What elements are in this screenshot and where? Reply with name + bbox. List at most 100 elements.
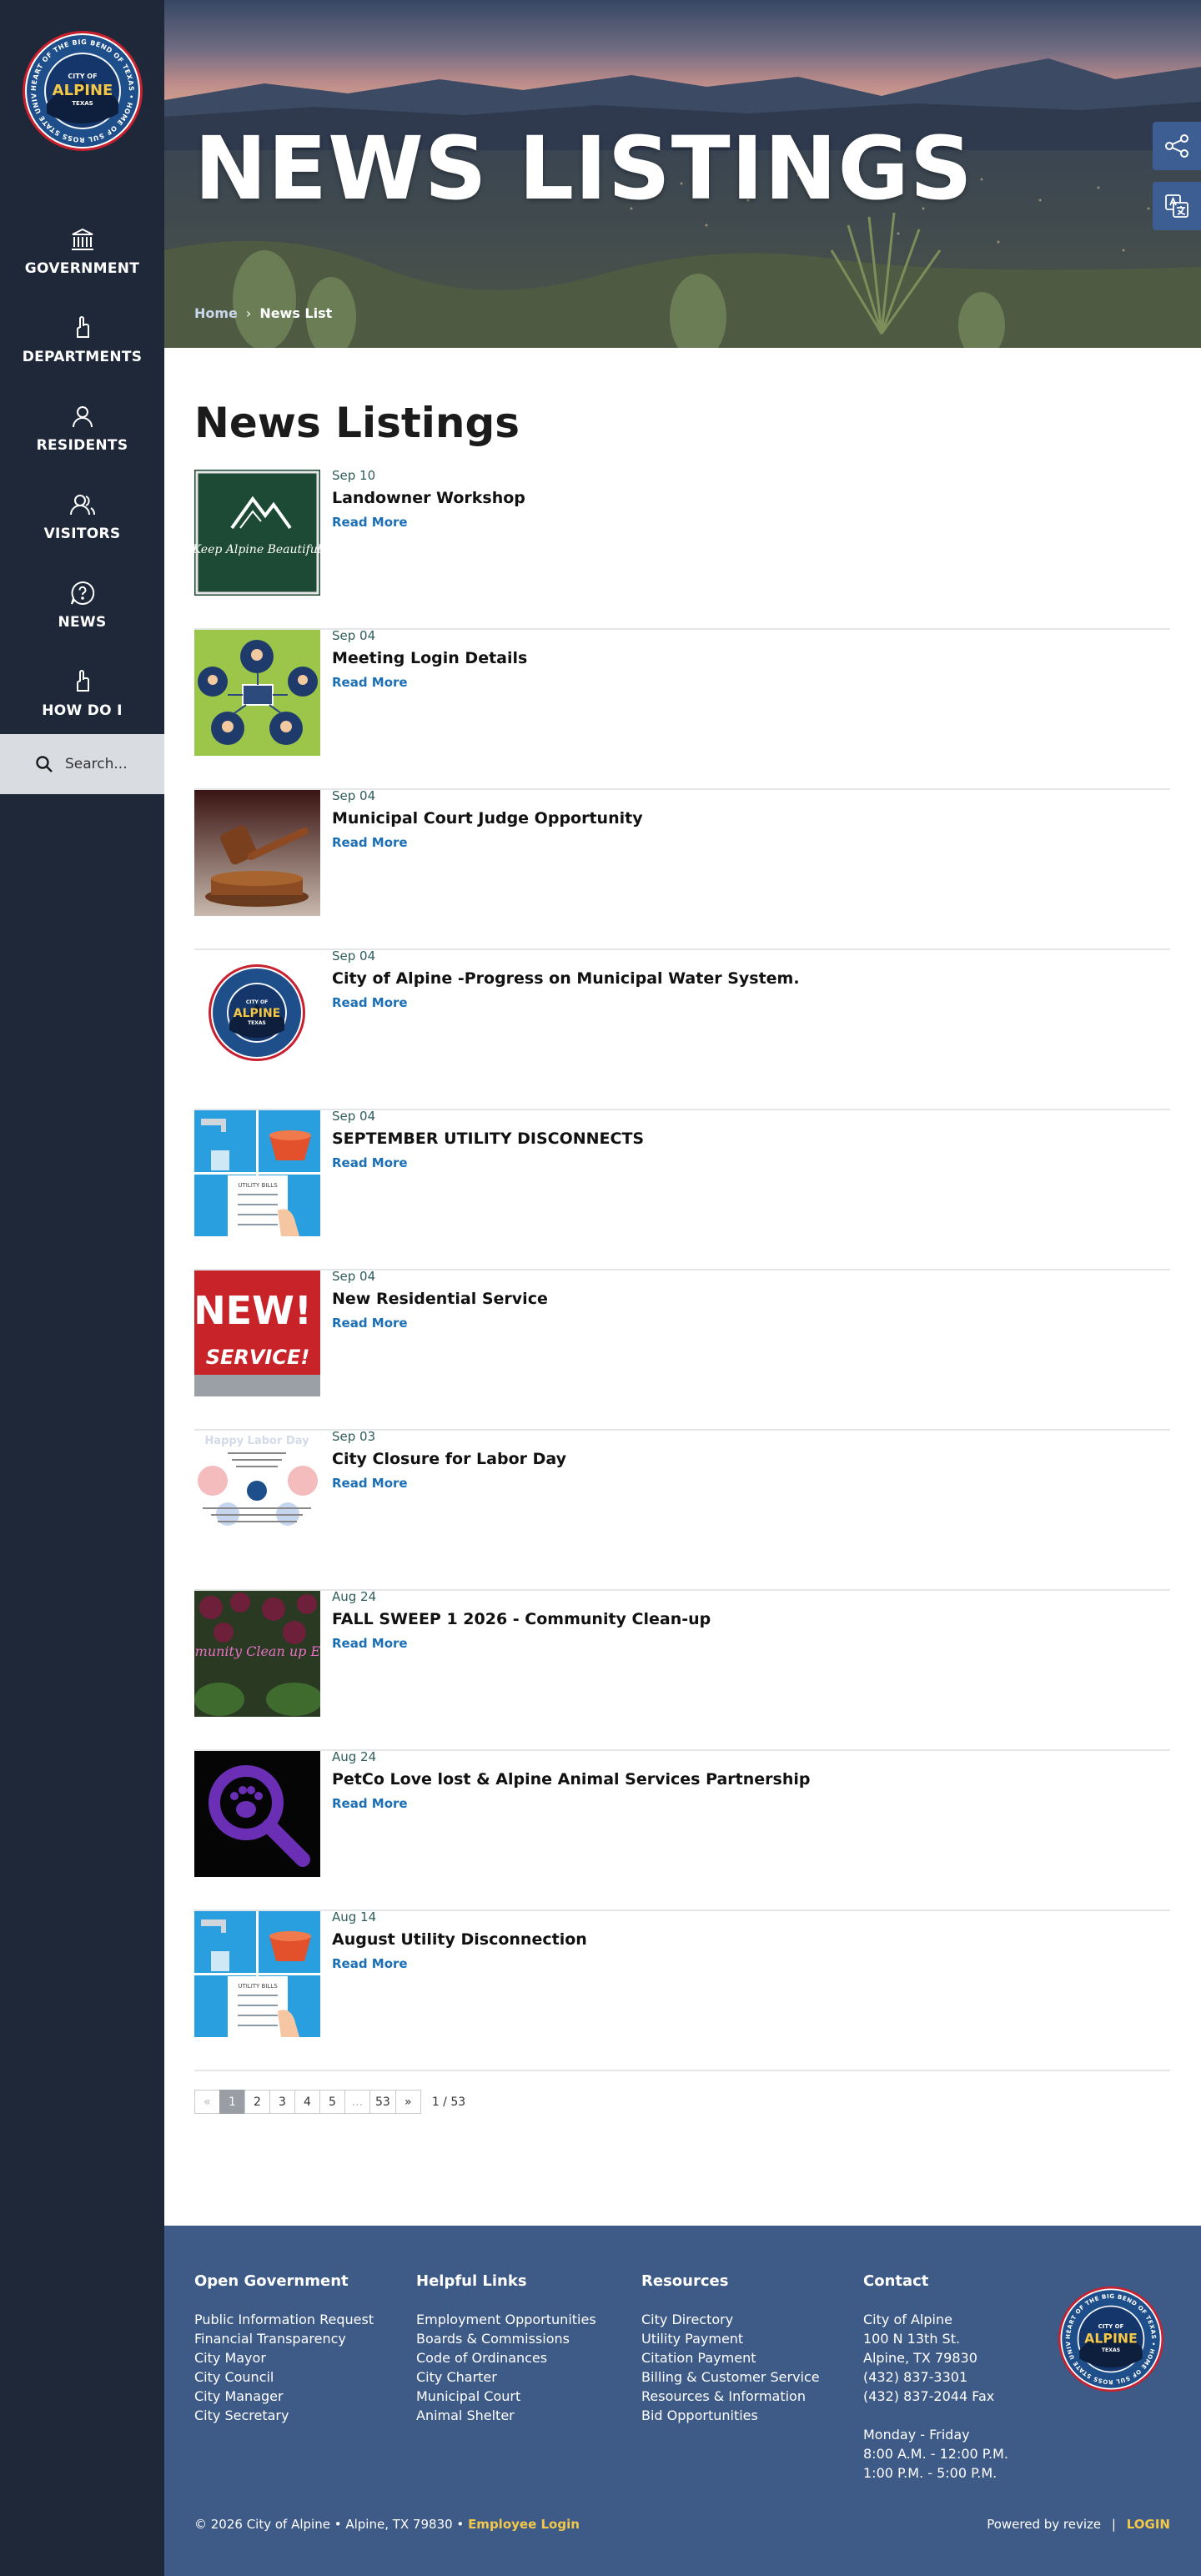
- pagination: « 1 2 3 4 5 ... 53 » 1 / 53: [194, 2090, 1170, 2114]
- footer-open-government: Open Government Public Information Reque…: [194, 2272, 374, 2425]
- nav-visitors-label: VISITORS: [43, 526, 121, 542]
- news-thumbnail[interactable]: CITY OF ALPINE TEXAS: [194, 950, 320, 1076]
- footer-link[interactable]: City Mayor: [194, 2348, 374, 2367]
- news-thumbnail[interactable]: Happy Labor Day: [194, 1431, 320, 1557]
- footer-link[interactable]: City Council: [194, 2367, 374, 2387]
- news-title[interactable]: FALL SWEEP 1 2026 - Community Clean-up: [332, 1610, 711, 1628]
- search-input[interactable]: [65, 756, 157, 772]
- footer-link[interactable]: City Charter: [416, 2367, 596, 2387]
- read-more-link[interactable]: Read More: [332, 1636, 408, 1651]
- read-more-link[interactable]: Read More: [332, 1796, 408, 1811]
- nav-news-label: NEWS: [58, 614, 107, 631]
- news-title[interactable]: Landowner Workshop: [332, 489, 525, 507]
- pagination-page[interactable]: 3: [269, 2090, 295, 2114]
- nav-news[interactable]: NEWS: [0, 561, 164, 649]
- footer-link[interactable]: Bid Opportunities: [641, 2406, 820, 2425]
- employee-login-link[interactable]: Employee Login: [468, 2517, 580, 2532]
- footer-link[interactable]: Boards & Commissions: [416, 2329, 596, 2348]
- read-more-link[interactable]: Read More: [332, 1476, 408, 1491]
- share-button[interactable]: [1153, 122, 1201, 170]
- seal-city-of: CITY OF: [68, 73, 97, 80]
- nav-departments[interactable]: DEPARTMENTS: [0, 295, 164, 384]
- footer-link[interactable]: Animal Shelter: [416, 2406, 596, 2425]
- read-more-link[interactable]: Read More: [332, 1155, 408, 1170]
- footer-link[interactable]: Resources & Information: [641, 2387, 820, 2406]
- news-thumbnail[interactable]: [194, 630, 320, 756]
- utility-thumb-text: UTILITY BILLS: [238, 1983, 278, 1990]
- news-item: Aug 24 PetCo Love lost & Alpine Animal S…: [194, 1749, 1170, 1911]
- page-title: News Listings: [194, 399, 520, 447]
- read-more-link[interactable]: Read More: [332, 1956, 408, 1971]
- footer-link[interactable]: Billing & Customer Service: [641, 2367, 820, 2387]
- read-more-link[interactable]: Read More: [332, 835, 408, 850]
- contact-phone[interactable]: (432) 837-3301: [863, 2367, 1008, 2387]
- footer-link[interactable]: City Manager: [194, 2387, 374, 2406]
- nav-government[interactable]: GOVERNMENT: [0, 207, 164, 295]
- news-date: Aug 24: [332, 1749, 377, 1764]
- nav-how-do-i-label: HOW DO I: [42, 702, 123, 719]
- footer-link[interactable]: Citation Payment: [641, 2348, 820, 2367]
- hero-banner: NEWS LISTINGS Home › News List: [164, 0, 1201, 348]
- powered-by-link[interactable]: Powered by revize: [987, 2517, 1101, 2532]
- footer-city-seal[interactable]: HEART OF THE BIG BEND OF TEXAS • HOME OF…: [1054, 2280, 1164, 2392]
- news-title[interactable]: City Closure for Labor Day: [332, 1450, 566, 1468]
- news-title[interactable]: SEPTEMBER UTILITY DISCONNECTS: [332, 1130, 644, 1148]
- nav-residents[interactable]: RESIDENTS: [0, 384, 164, 472]
- news-date: Sep 04: [332, 1109, 376, 1124]
- footer-link[interactable]: Employment Opportunities: [416, 2310, 596, 2329]
- news-title[interactable]: Meeting Login Details: [332, 649, 527, 667]
- footer-link[interactable]: City Secretary: [194, 2406, 374, 2425]
- news-item: CITY OF ALPINE TEXAS Sep 04 City of Alpine…: [194, 948, 1170, 1110]
- news-body: Sep 04 Meeting Login Details Read More: [332, 628, 527, 788]
- news-title[interactable]: August Utility Disconnection: [332, 1930, 587, 1949]
- news-title[interactable]: City of Alpine -Progress on Municipal Wa…: [332, 969, 800, 988]
- translate-button[interactable]: [1153, 182, 1201, 230]
- news-thumbnail[interactable]: Keep Alpine Beautiful: [194, 470, 320, 596]
- news-thumbnail[interactable]: Community Clean up Event: [194, 1591, 320, 1717]
- read-more-link[interactable]: Read More: [332, 1316, 408, 1331]
- city-seal-logo[interactable]: HEART OF THE BIG BEND OF TEXAS • HOME OF…: [22, 30, 143, 152]
- news-body: Sep 04 SEPTEMBER UTILITY DISCONNECTS Rea…: [332, 1109, 644, 1269]
- footer-bottom-bar: © 2026 City of Alpine • Alpine, TX 79830…: [194, 2517, 1170, 2532]
- pagination-prev[interactable]: «: [194, 2090, 220, 2114]
- read-more-link[interactable]: Read More: [332, 515, 408, 530]
- news-thumbnail[interactable]: NEW! SERVICE!: [194, 1270, 320, 1396]
- pagination-next[interactable]: »: [394, 2090, 421, 2114]
- hero-title: NEWS LISTINGS: [194, 118, 973, 219]
- news-thumbnail[interactable]: [194, 1751, 320, 1877]
- news-title[interactable]: Municipal Court Judge Opportunity: [332, 809, 643, 828]
- sidebar-search[interactable]: [0, 734, 164, 794]
- news-body: Sep 04 City of Alpine -Progress on Munic…: [332, 948, 800, 1109]
- read-more-link[interactable]: Read More: [332, 675, 408, 690]
- read-more-link[interactable]: Read More: [332, 995, 408, 1010]
- pagination-count: 1 / 53: [431, 2095, 466, 2109]
- pagination-page[interactable]: 4: [294, 2090, 320, 2114]
- login-link[interactable]: LOGIN: [1127, 2517, 1170, 2532]
- nav-visitors[interactable]: VISITORS: [0, 472, 164, 561]
- pagination-page[interactable]: 53: [369, 2090, 396, 2114]
- footer-heading: Helpful Links: [416, 2272, 527, 2290]
- news-thumbnail[interactable]: UTILITY BILLS: [194, 1110, 320, 1236]
- footer-link[interactable]: Financial Transparency: [194, 2329, 374, 2348]
- footer-link[interactable]: Code of Ordinances: [416, 2348, 596, 2367]
- footer-link[interactable]: Public Information Request: [194, 2310, 374, 2329]
- nav-how-do-i[interactable]: HOW DO I: [0, 649, 164, 737]
- footer-link[interactable]: City Directory: [641, 2310, 820, 2329]
- news-item: Sep 04 Meeting Login Details Read More: [194, 628, 1170, 790]
- pagination-page[interactable]: 1: [219, 2090, 245, 2114]
- news-date: Sep 04: [332, 628, 376, 643]
- news-title[interactable]: PetCo Love lost & Alpine Animal Services…: [332, 1770, 811, 1789]
- footer-link[interactable]: Utility Payment: [641, 2329, 820, 2348]
- news-date: Aug 24: [332, 1589, 377, 1604]
- breadcrumb-current: News List: [259, 305, 333, 321]
- footer-link[interactable]: Municipal Court: [416, 2387, 596, 2406]
- main-navigation: GOVERNMENT DEPARTMENTS RESIDENTS VISITOR…: [0, 207, 164, 737]
- pagination-page[interactable]: 5: [319, 2090, 345, 2114]
- news-body: Sep 04 Municipal Court Judge Opportunity…: [332, 788, 643, 948]
- breadcrumb-home-link[interactable]: Home: [194, 305, 238, 321]
- news-title[interactable]: New Residential Service: [332, 1290, 548, 1308]
- news-thumbnail[interactable]: UTILITY BILLS: [194, 1911, 320, 2037]
- footer-helpful-links: Helpful Links Employment Opportunities B…: [416, 2272, 596, 2425]
- pagination-page[interactable]: 2: [244, 2090, 270, 2114]
- news-thumbnail[interactable]: [194, 790, 320, 916]
